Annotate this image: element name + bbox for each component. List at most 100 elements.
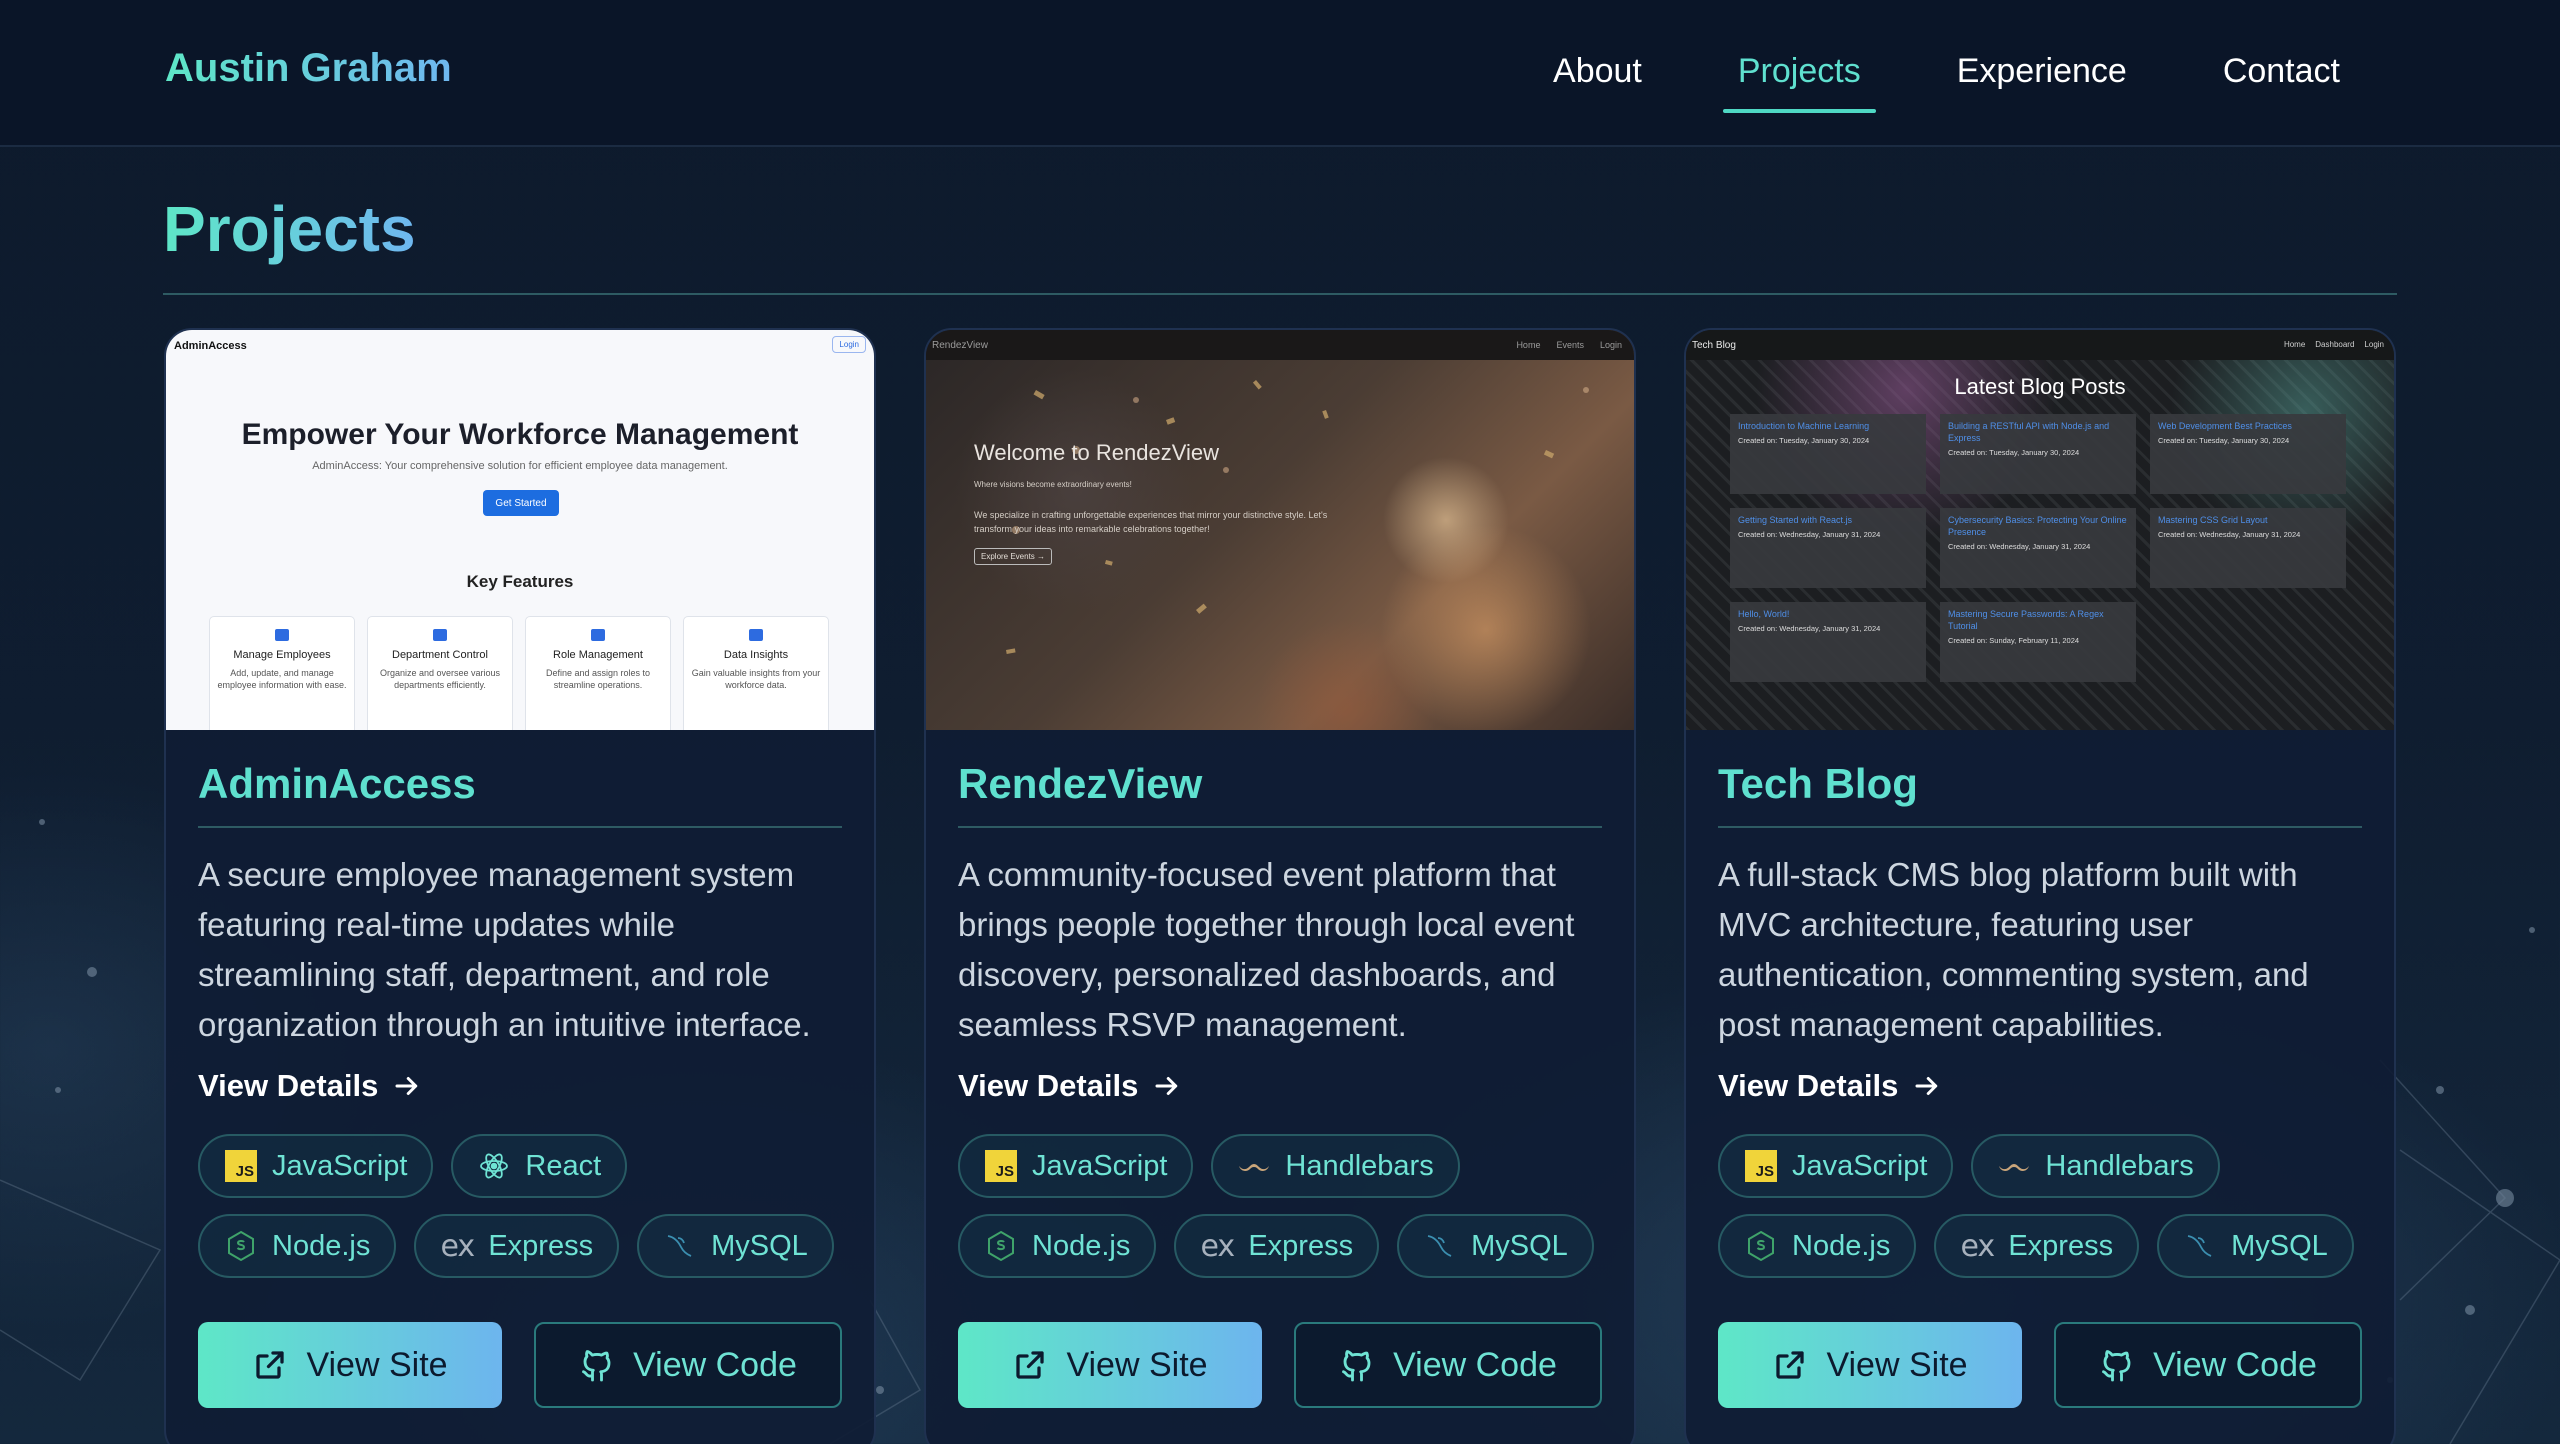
tag-mysql: MySQL <box>2157 1214 2354 1278</box>
project-preview-image[interactable]: AdminAccess Login Empower Your Workforce… <box>166 330 874 730</box>
arrow-right-icon <box>1155 1077 1178 1095</box>
post-date: Created on: Tuesday, January 30, 2024 <box>1948 448 2080 457</box>
post-date: Created on: Wednesday, January 31, 2024 <box>1738 624 1881 633</box>
post-title: Web Development Best Practices <box>2158 421 2292 431</box>
feature-title: Data Insights <box>723 649 789 661</box>
tag-label: Node.js <box>272 1229 371 1262</box>
project-preview-image[interactable]: RendezView Home Events Login Welcome to <box>926 330 1634 730</box>
project-description: A full-stack CMS blog platform built wit… <box>1718 856 2309 1043</box>
tag-label: Handlebars <box>1285 1149 1434 1182</box>
external-link-icon <box>1776 1351 1805 1379</box>
preview-post: Web Development Best Practices Created on… <box>2150 414 2346 494</box>
project-description: A community-focused event platform that … <box>958 856 1575 1043</box>
tag-label: JavaScript <box>1792 1149 1928 1182</box>
feature-desc: Define and assign roles to streamline op… <box>545 668 651 690</box>
project-preview-image[interactable]: Tech Blog Home Dashboard Login Latest Bl… <box>1686 330 2394 730</box>
project-title: Tech Blog <box>1718 760 2362 828</box>
handlebars-icon <box>1237 1149 1271 1183</box>
nodejs-icon <box>224 1229 258 1263</box>
post-date: Created on: Tuesday, January 30, 2024 <box>2158 436 2290 445</box>
view-code-button[interactable]: View Code <box>2054 1322 2362 1408</box>
project-card-adminaccess: AdminAccess Login Empower Your Workforce… <box>164 328 876 1444</box>
preview-heading: Latest Blog Posts <box>1954 374 2126 399</box>
preview-hero: Empower Your Workforce Management <box>241 418 799 451</box>
tag-label: MySQL <box>711 1229 808 1262</box>
view-details-link[interactable]: View Details <box>198 1068 422 1104</box>
view-details-link[interactable]: View Details <box>958 1068 1182 1104</box>
view-site-label: View Site <box>1066 1345 1208 1384</box>
javascript-icon: JS <box>1744 1149 1778 1183</box>
preview-cta: Explore Events → <box>974 548 1053 565</box>
post-title: Getting Started with React.js <box>1738 515 1853 525</box>
express-icon: ex <box>1960 1228 1995 1264</box>
view-site-button[interactable]: View Site <box>1718 1322 2022 1408</box>
feature-title: Role Management <box>553 649 643 661</box>
post-title: Introduction to Machine Learning <box>1738 421 1870 431</box>
nodejs-icon <box>1744 1229 1778 1263</box>
bar-chart-icon <box>749 629 763 641</box>
project-title: AdminAccess <box>198 760 842 828</box>
tag-javascript: JS JavaScript <box>198 1134 434 1198</box>
users-icon <box>591 629 605 641</box>
nodejs-icon <box>984 1229 1018 1263</box>
post-title: Mastering Secure Passwords: A Regex Tuto… <box>1948 609 2104 631</box>
feature-title: Manage Employees <box>233 649 331 661</box>
tech-tags: JS JavaScript Handlebars Node.js ex Expres… <box>958 1134 1602 1278</box>
view-site-label: View Site <box>1826 1345 1968 1384</box>
preview-nav: Home Dashboard Login <box>2284 340 2384 349</box>
card-actions: View Site View Code <box>1718 1322 2362 1408</box>
nav-contact[interactable]: Contact <box>2208 48 2355 113</box>
tech-tags: JS JavaScript React Node.js ex Express MyS… <box>198 1134 842 1278</box>
card-actions: View Site View Code <box>198 1322 842 1408</box>
javascript-icon: JS <box>224 1149 258 1183</box>
view-details-label: View Details <box>1718 1068 1899 1103</box>
view-details-link[interactable]: View Details <box>1718 1068 1942 1104</box>
preview-hero: Welcome to RendezView <box>974 440 1219 465</box>
nav-links: About Projects Experience Contact <box>1472 48 2355 113</box>
view-details-label: View Details <box>958 1068 1139 1103</box>
tag-label: Handlebars <box>2045 1149 2194 1182</box>
feature-title: Department Control <box>392 649 488 661</box>
nav-about[interactable]: About <box>1538 48 1657 113</box>
mysql-icon <box>2183 1229 2217 1263</box>
view-code-button[interactable]: View Code <box>534 1322 842 1408</box>
preview-features-title: Key Features <box>466 572 574 591</box>
post-title: Hello, World! <box>1738 609 1790 619</box>
preview-posts-grid: Introduction to Machine Learning Created … <box>1730 414 2346 682</box>
post-date: Created on: Wednesday, January 31, 2024 <box>2158 530 2301 539</box>
view-site-button[interactable]: View Site <box>198 1322 502 1408</box>
tag-label: Node.js <box>1792 1229 1891 1262</box>
tag-nodejs: Node.js <box>958 1214 1157 1278</box>
express-icon: ex <box>1200 1228 1235 1264</box>
feature-desc: Gain valuable insights from your workfor… <box>691 668 821 690</box>
preview-cta: Get Started <box>483 490 559 516</box>
preview-feature: Role Management Define and assign roles t… <box>525 616 671 730</box>
preview-post: Mastering CSS Grid Layout Created on: Wed… <box>2150 508 2346 588</box>
brand-logo-link[interactable]: Austin Graham <box>165 46 452 91</box>
nav-experience[interactable]: Experience <box>1942 48 2142 113</box>
tag-mysql: MySQL <box>637 1214 834 1278</box>
express-icon: ex <box>440 1228 475 1264</box>
tag-nodejs: Node.js <box>198 1214 397 1278</box>
view-code-label: View Code <box>1393 1345 1557 1384</box>
view-code-button[interactable]: View Code <box>1294 1322 1602 1408</box>
external-link-icon <box>256 1351 285 1379</box>
project-card-tech-blog: Tech Blog Home Dashboard Login Latest Bl… <box>1684 328 2396 1444</box>
tag-javascript: JS JavaScript <box>1718 1134 1954 1198</box>
card-body: RendezView A community-focused event pla… <box>958 730 1602 1278</box>
tag-react: React <box>451 1134 628 1198</box>
preview-post: Cybersecurity Basics: Protecting Your On… <box>1940 508 2136 588</box>
view-site-button[interactable]: View Site <box>958 1322 1262 1408</box>
github-icon <box>582 1350 611 1382</box>
card-actions: View Site View Code <box>958 1322 1602 1408</box>
tag-javascript: JS JavaScript <box>958 1134 1194 1198</box>
post-title: Cybersecurity Basics: Protecting Your On… <box>1948 515 2127 537</box>
title-divider <box>163 293 2397 295</box>
tag-express: ex Express <box>1934 1214 2140 1278</box>
github-icon <box>1342 1350 1371 1382</box>
view-details-label: View Details <box>198 1068 379 1103</box>
preview-brand: AdminAccess <box>174 340 247 352</box>
preview-brand: Tech Blog <box>1692 340 1736 351</box>
preview-features: Manage Employees Add, update, and manage … <box>209 616 829 730</box>
nav-projects[interactable]: Projects <box>1722 48 1876 113</box>
